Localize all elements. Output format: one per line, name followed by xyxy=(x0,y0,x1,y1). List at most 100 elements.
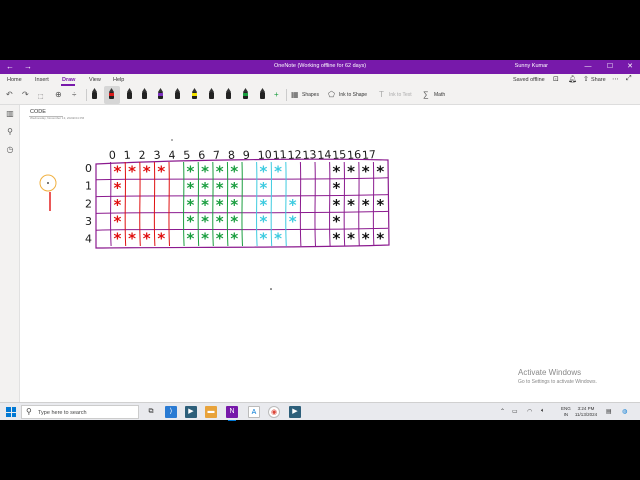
star-mark: * xyxy=(260,229,268,247)
star-mark: * xyxy=(333,213,341,231)
pen-swatch[interactable] xyxy=(209,88,214,101)
bell-icon[interactable]: 🔔︎ xyxy=(568,75,577,83)
pen-swatch[interactable] xyxy=(243,88,248,101)
ink-row-labels: 0 1 2 3 4 xyxy=(85,162,92,246)
taskbar-search[interactable]: ⚲ Type here to search xyxy=(21,405,139,419)
star-mark: * xyxy=(187,162,195,180)
star-mark: * xyxy=(230,213,238,231)
pen-swatch[interactable] xyxy=(226,88,231,101)
terminal-app-icon[interactable]: ▶ xyxy=(185,406,197,418)
share-icon[interactable]: ⇧ xyxy=(583,75,589,83)
grid-column-line xyxy=(372,161,375,247)
menu-insert[interactable]: Insert xyxy=(35,77,49,83)
star-mark: * xyxy=(376,196,384,214)
menu-help[interactable]: Help xyxy=(113,77,124,83)
pen-swatch[interactable] xyxy=(142,88,147,101)
menu-home[interactable]: Home xyxy=(7,77,22,83)
share-button[interactable]: Share xyxy=(591,77,606,83)
ribbon-separator xyxy=(286,89,287,101)
row-label: 1 xyxy=(85,180,92,193)
wifi-icon[interactable]: ◠ xyxy=(527,408,532,415)
pen-color-band xyxy=(260,93,265,96)
grid-column-line xyxy=(197,161,200,247)
chrome-icon[interactable]: ◉ xyxy=(268,406,280,418)
user-name[interactable]: Sunny Kumar xyxy=(515,63,548,69)
windows-start-icon[interactable] xyxy=(6,407,16,417)
sync-icon[interactable]: ⊡ xyxy=(553,75,559,83)
column-label: 14 xyxy=(317,148,332,162)
star-mark: * xyxy=(260,196,268,214)
ink-to-shape-button[interactable]: Ink to Shape xyxy=(339,92,367,98)
pen-swatch[interactable] xyxy=(92,88,97,101)
more-icon[interactable]: ⋯ xyxy=(612,75,619,83)
math-icon[interactable]: ∑ xyxy=(423,90,429,100)
grid-column-line xyxy=(299,161,302,247)
pen-color-band xyxy=(192,93,197,96)
search-icon[interactable]: ⚲ xyxy=(4,127,16,136)
language-indicator[interactable]: ENG IN xyxy=(561,406,571,418)
star-mark: * xyxy=(114,196,122,214)
activate-windows-watermark: Activate Windows Go to Settings to activ… xyxy=(518,368,597,385)
ink-drawing[interactable]: 0 1 2 3 4 5 6 7 8 9 10 11 12 13 14 15 16 17 01234 * * * ****… xyxy=(20,105,640,402)
add-space-icon[interactable]: ⊕ xyxy=(55,90,62,100)
star-mark: * xyxy=(114,162,122,180)
pen-swatch[interactable] xyxy=(127,88,132,101)
close-icon[interactable]: ✕ xyxy=(620,62,640,72)
shapes-icon[interactable]: ▦ xyxy=(291,90,299,100)
menu-draw[interactable]: Draw xyxy=(62,77,75,83)
add-pen-icon[interactable]: + xyxy=(274,90,279,100)
clock[interactable]: 3:24 PM 11/13/2024 xyxy=(574,406,598,418)
math-button[interactable]: Math xyxy=(434,92,445,98)
network-icon[interactable]: ▭ xyxy=(512,408,518,415)
pen-swatch[interactable] xyxy=(192,88,197,101)
shapes-button[interactable]: Shapes xyxy=(302,92,319,98)
note-canvas[interactable]: CODE Wednesday, November 13, 2024 3:04 P… xyxy=(20,105,640,402)
star-mark: * xyxy=(333,179,341,197)
volume-icon[interactable]: 🔈︎ xyxy=(541,408,545,415)
redo-icon[interactable]: ↷ xyxy=(22,90,29,100)
task-view-icon[interactable]: ⧉ xyxy=(145,406,157,418)
notebooks-icon[interactable]: ▥ xyxy=(4,109,16,118)
star-mark: * xyxy=(216,229,224,247)
copilot-icon[interactable]: ◍ xyxy=(622,408,627,415)
title-bar: ← → OneNote (Working offline for 62 days… xyxy=(0,60,640,74)
row-label: 4 xyxy=(85,233,92,246)
terminal-app-icon[interactable]: ▶ xyxy=(289,406,301,418)
grid-column-line xyxy=(270,161,273,247)
pen-swatch[interactable] xyxy=(175,88,180,101)
start-tile xyxy=(6,407,11,412)
pen-color-band xyxy=(142,93,147,96)
file-explorer-icon[interactable]: ▬ xyxy=(205,406,217,418)
column-label: 15 xyxy=(332,148,347,162)
star-mark: * xyxy=(216,213,224,231)
vscode-icon[interactable]: ⟩ xyxy=(165,406,177,418)
grid-column-line xyxy=(314,161,316,247)
menu-view[interactable]: View xyxy=(89,77,101,83)
recent-icon[interactable]: ◷ xyxy=(4,145,16,154)
column-label: 8 xyxy=(228,149,236,162)
star-mark: * xyxy=(362,229,370,247)
star-mark: * xyxy=(347,229,355,247)
eraser-icon[interactable]: ÷ xyxy=(72,90,76,100)
pen-swatch[interactable] xyxy=(109,88,114,101)
grid-column-line xyxy=(226,161,229,247)
ink-to-shape-icon[interactable]: ⬠ xyxy=(328,90,335,100)
start-tile xyxy=(6,412,11,417)
ink-dot xyxy=(171,139,173,141)
lasso-select-icon[interactable]: ⬚ xyxy=(38,92,44,102)
activate-windows-title: Activate Windows xyxy=(518,368,582,377)
pen-swatch[interactable] xyxy=(260,88,265,101)
onenote-icon[interactable]: N xyxy=(226,406,238,421)
tray-chevron-icon[interactable]: ⌃ xyxy=(500,408,505,415)
expand-icon[interactable]: ⤢ xyxy=(626,75,632,83)
column-label: 11 xyxy=(272,148,287,162)
maximize-icon[interactable]: ☐ xyxy=(600,62,620,72)
undo-icon[interactable]: ↶ xyxy=(6,90,13,100)
star-mark: * xyxy=(289,213,297,231)
column-label: 2 xyxy=(138,149,146,162)
minimize-icon[interactable]: — xyxy=(578,62,598,72)
pen-swatch[interactable] xyxy=(158,88,163,101)
notification-icon[interactable]: ▤ xyxy=(606,408,612,415)
star-mark: * xyxy=(157,229,165,247)
paint-app-icon[interactable]: A xyxy=(248,406,260,418)
